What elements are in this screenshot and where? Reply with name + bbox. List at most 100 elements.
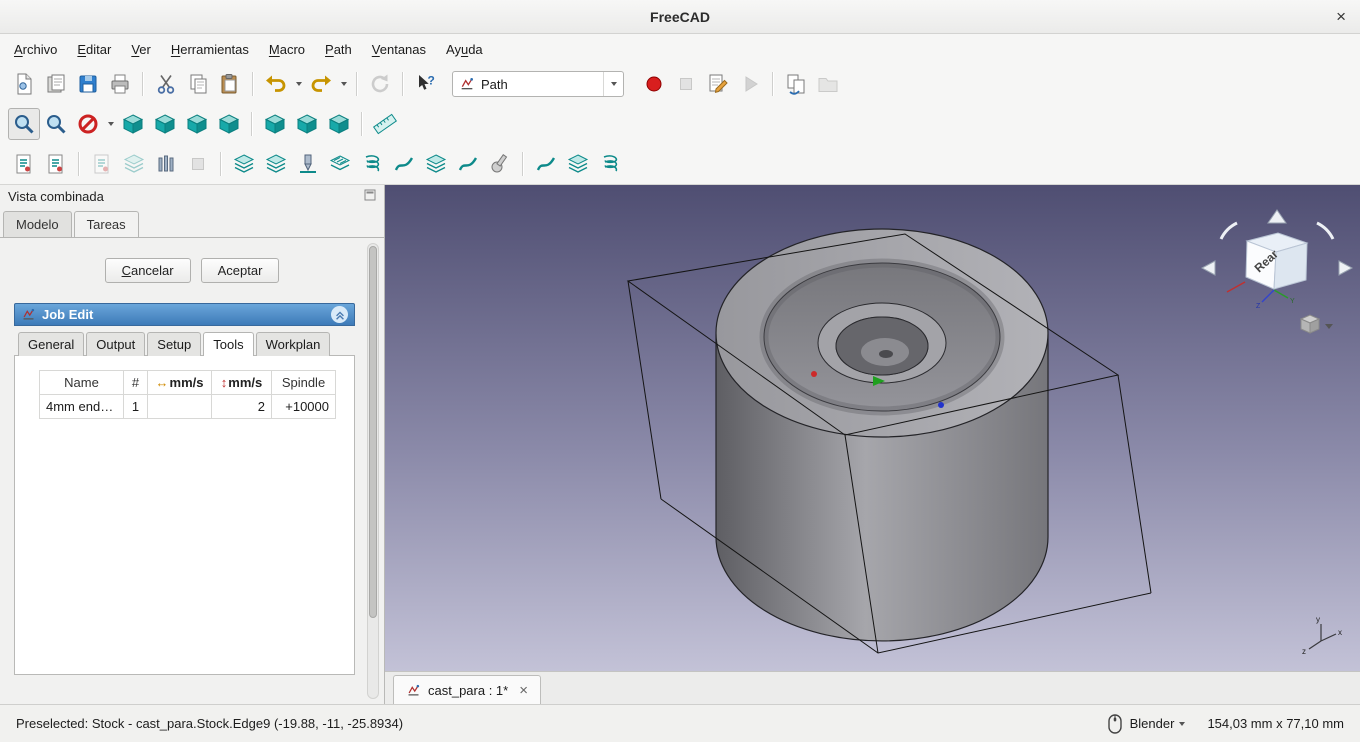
- path-array-button[interactable]: [562, 148, 594, 180]
- path-profile-button[interactable]: [228, 148, 260, 180]
- right-view-cube-icon: [217, 112, 241, 136]
- open-folder-button[interactable]: [812, 68, 844, 100]
- path-pocket-button[interactable]: [260, 148, 292, 180]
- window-close-button[interactable]: ×: [1336, 7, 1346, 27]
- paste-button[interactable]: [214, 68, 246, 100]
- refresh-button[interactable]: [364, 68, 396, 100]
- merge-project-button[interactable]: [780, 68, 812, 100]
- 3d-viewport[interactable]: Rear Y Z y x z: [385, 185, 1360, 671]
- redo-dropdown-button[interactable]: [337, 68, 350, 100]
- save-button[interactable]: [72, 68, 104, 100]
- draw-style-dropdown-button[interactable]: [104, 108, 117, 140]
- menu-path[interactable]: Path: [315, 37, 362, 62]
- nav-rotate-left-arrow: [1219, 221, 1238, 240]
- path-vcarve-button[interactable]: [452, 148, 484, 180]
- tool-number-cell[interactable]: 1: [123, 394, 148, 419]
- path-face-button[interactable]: [324, 148, 356, 180]
- menu-ventanas[interactable]: Ventanas: [362, 37, 436, 62]
- menu-macro[interactable]: Macro: [259, 37, 315, 62]
- copy-button[interactable]: [182, 68, 214, 100]
- path-engrave-button[interactable]: [388, 148, 420, 180]
- menu-editar[interactable]: Editar: [67, 37, 121, 62]
- column-vertical-feed[interactable]: ↕mm/s: [211, 370, 272, 395]
- path-helix-button[interactable]: [356, 148, 388, 180]
- print-button[interactable]: [104, 68, 136, 100]
- path-post-process-button[interactable]: [40, 148, 72, 180]
- tool-hfeed-cell-selected[interactable]: 2: [147, 394, 212, 419]
- column-spindle[interactable]: Spindle: [271, 370, 336, 395]
- workbench-selector[interactable]: Path: [452, 71, 624, 97]
- path-3dsurface-button[interactable]: [484, 148, 516, 180]
- document-tab-close-button[interactable]: ×: [519, 682, 528, 699]
- nav-cube-menu-button[interactable]: [1299, 314, 1333, 334]
- tool-spindle-cell[interactable]: +10000: [271, 394, 336, 419]
- column-number[interactable]: #: [123, 370, 148, 395]
- navigation-style-selector[interactable]: Blender: [1130, 716, 1186, 731]
- cut-button[interactable]: [150, 68, 182, 100]
- macro-stop-button[interactable]: [670, 68, 702, 100]
- tab-setup[interactable]: Setup: [147, 332, 202, 356]
- path-sanity-button[interactable]: [182, 148, 214, 180]
- vertex-marker-red: [811, 371, 817, 377]
- tasks-scrollbar[interactable]: [367, 243, 379, 699]
- whats-this-button[interactable]: [410, 68, 442, 100]
- macro-edit-button[interactable]: [702, 68, 734, 100]
- top-view-button[interactable]: [181, 108, 213, 140]
- fit-selection-button[interactable]: [40, 108, 72, 140]
- axonometric-cube-icon: [121, 112, 145, 136]
- tool-vfeed-cell[interactable]: 2: [211, 394, 272, 419]
- open-document-button[interactable]: [40, 68, 72, 100]
- path-simulate-gcode-button[interactable]: [594, 148, 626, 180]
- workbench-dropdown-button[interactable]: [603, 72, 623, 96]
- left-view-button[interactable]: [323, 108, 355, 140]
- document-tab-active[interactable]: cast_para : 1* ×: [393, 675, 541, 704]
- macro-record-button[interactable]: [638, 68, 670, 100]
- measure-button[interactable]: [369, 108, 401, 140]
- front-view-button[interactable]: [149, 108, 181, 140]
- macro-play-icon: [738, 72, 762, 96]
- macro-play-button[interactable]: [734, 68, 766, 100]
- right-view-button[interactable]: [213, 108, 245, 140]
- menu-archivo[interactable]: Archivo: [4, 37, 67, 62]
- scrollbar-thumb[interactable]: [369, 246, 377, 619]
- redo-button[interactable]: [305, 68, 337, 100]
- path-compound-button[interactable]: [530, 148, 562, 180]
- fit-all-button[interactable]: [8, 108, 40, 140]
- accept-button[interactable]: Aceptar: [200, 258, 280, 283]
- path-simulator-button[interactable]: [118, 148, 150, 180]
- menu-ver[interactable]: Ver: [121, 37, 161, 62]
- path-inspect-button[interactable]: [86, 148, 118, 180]
- bottom-view-button[interactable]: [291, 108, 323, 140]
- path-job-button[interactable]: [8, 148, 40, 180]
- tab-output[interactable]: Output: [86, 332, 146, 356]
- column-name[interactable]: Name: [39, 370, 124, 395]
- column-horizontal-feed[interactable]: ↔mm/s: [147, 370, 212, 395]
- undo-dropdown-button[interactable]: [292, 68, 305, 100]
- tool-name-cell[interactable]: 4mm end…: [39, 394, 124, 419]
- status-message: Preselected: Stock - cast_para.Stock.Edg…: [16, 716, 404, 731]
- new-document-button[interactable]: [8, 68, 40, 100]
- toolbar-separator: [356, 72, 358, 96]
- path-toolbits-button[interactable]: [150, 148, 182, 180]
- tab-general[interactable]: General: [18, 332, 85, 356]
- tab-tools[interactable]: Tools: [203, 332, 254, 356]
- navigation-cube[interactable]: Rear Y Z: [1200, 209, 1354, 334]
- menu-ayuda[interactable]: Ayuda: [436, 37, 493, 62]
- tab-tareas[interactable]: Tareas: [73, 211, 139, 237]
- menu-herramientas[interactable]: Herramientas: [161, 37, 259, 62]
- collapse-button[interactable]: [331, 306, 348, 323]
- axonometric-view-button[interactable]: [117, 108, 149, 140]
- cancel-button[interactable]: Cancelar: [104, 258, 191, 283]
- job-edit-header[interactable]: Job Edit: [14, 303, 355, 326]
- panel-float-button[interactable]: [364, 189, 376, 204]
- undo-button[interactable]: [260, 68, 292, 100]
- tab-modelo[interactable]: Modelo: [3, 211, 72, 237]
- path-helix-icon: [360, 152, 384, 176]
- path-drilling-button[interactable]: [292, 148, 324, 180]
- draw-style-button[interactable]: [72, 108, 104, 140]
- view-toolbar: [0, 104, 1360, 144]
- path-deburr-button[interactable]: [420, 148, 452, 180]
- tab-workplan[interactable]: Workplan: [255, 332, 331, 356]
- tool-row[interactable]: 4mm end… 1 2 2 +10000: [39, 394, 336, 419]
- rear-view-button[interactable]: [259, 108, 291, 140]
